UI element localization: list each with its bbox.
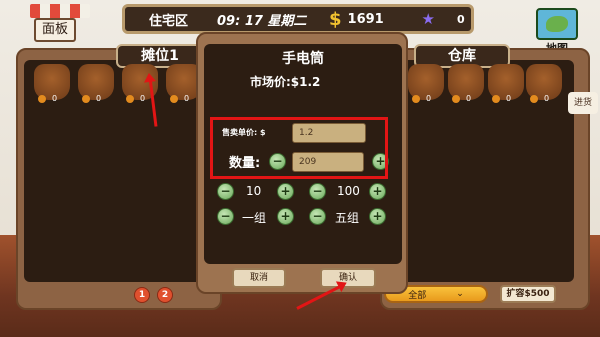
restock-button[interactable]: 进货 — [568, 92, 598, 114]
warehouse-slot-count: 0 — [412, 94, 431, 103]
coin-icon — [82, 94, 90, 103]
step-group-label: 一组 — [242, 211, 267, 225]
chevron-down-icon: ⌄ — [456, 289, 464, 299]
step-five-groups-label: 五组 — [335, 211, 360, 225]
coin-icon — [492, 94, 500, 103]
dollar-icon: $ — [329, 8, 342, 30]
game-time: 09: 17 星期二 — [217, 13, 307, 29]
minus-group-button[interactable]: − — [217, 208, 234, 225]
plus-group-button[interactable]: + — [277, 208, 294, 225]
pennant-decoration — [30, 4, 90, 18]
coin-icon — [530, 94, 538, 103]
coin-icon — [170, 94, 178, 103]
highlight-box — [210, 117, 388, 179]
step-10-label: 10 — [246, 184, 262, 198]
plus-100-button[interactable]: + — [369, 183, 386, 200]
stall-slot-count: 0 — [126, 94, 145, 103]
map-icon[interactable] — [536, 8, 578, 40]
plus-10-button[interactable]: + — [277, 183, 294, 200]
market-price: 市场价:$1.2 — [250, 75, 321, 89]
plus-five-groups-button[interactable]: + — [369, 208, 386, 225]
page-button-1[interactable]: 1 — [134, 287, 150, 303]
gem-icon: ★ — [421, 10, 435, 28]
stall-slot-count: 0 — [38, 94, 57, 103]
coin-icon — [412, 94, 420, 103]
money-value: 1691 — [347, 11, 384, 27]
minus-10-button[interactable]: − — [217, 183, 234, 200]
step-100-label: 100 — [337, 184, 360, 198]
stall-slot-count: 0 — [82, 94, 101, 103]
warehouse-slot-count: 0 — [492, 94, 511, 103]
location-label: 住宅区 — [149, 13, 189, 29]
panel-button[interactable]: 面板 — [34, 18, 76, 42]
coin-icon — [126, 94, 134, 103]
page-button-2[interactable]: 2 — [157, 287, 173, 303]
minus-five-groups-button[interactable]: − — [309, 208, 326, 225]
stall-slot-count: 0 — [170, 94, 189, 103]
minus-100-button[interactable]: − — [309, 183, 326, 200]
coin-icon — [452, 94, 460, 103]
filter-value: 全部 — [408, 290, 427, 301]
hud-bar: 住宅区 09: 17 星期二 $ 1691 ★ 0 — [122, 4, 474, 34]
warehouse-slot-count: 0 — [452, 94, 471, 103]
item-name: 手电筒 — [282, 51, 324, 67]
coin-icon — [38, 94, 46, 103]
expand-button[interactable]: 扩容$500 — [500, 285, 556, 303]
warehouse-slot-count: 0 — [530, 94, 549, 103]
gem-count: 0 — [456, 12, 465, 26]
cancel-button[interactable]: 取消 — [232, 268, 286, 288]
